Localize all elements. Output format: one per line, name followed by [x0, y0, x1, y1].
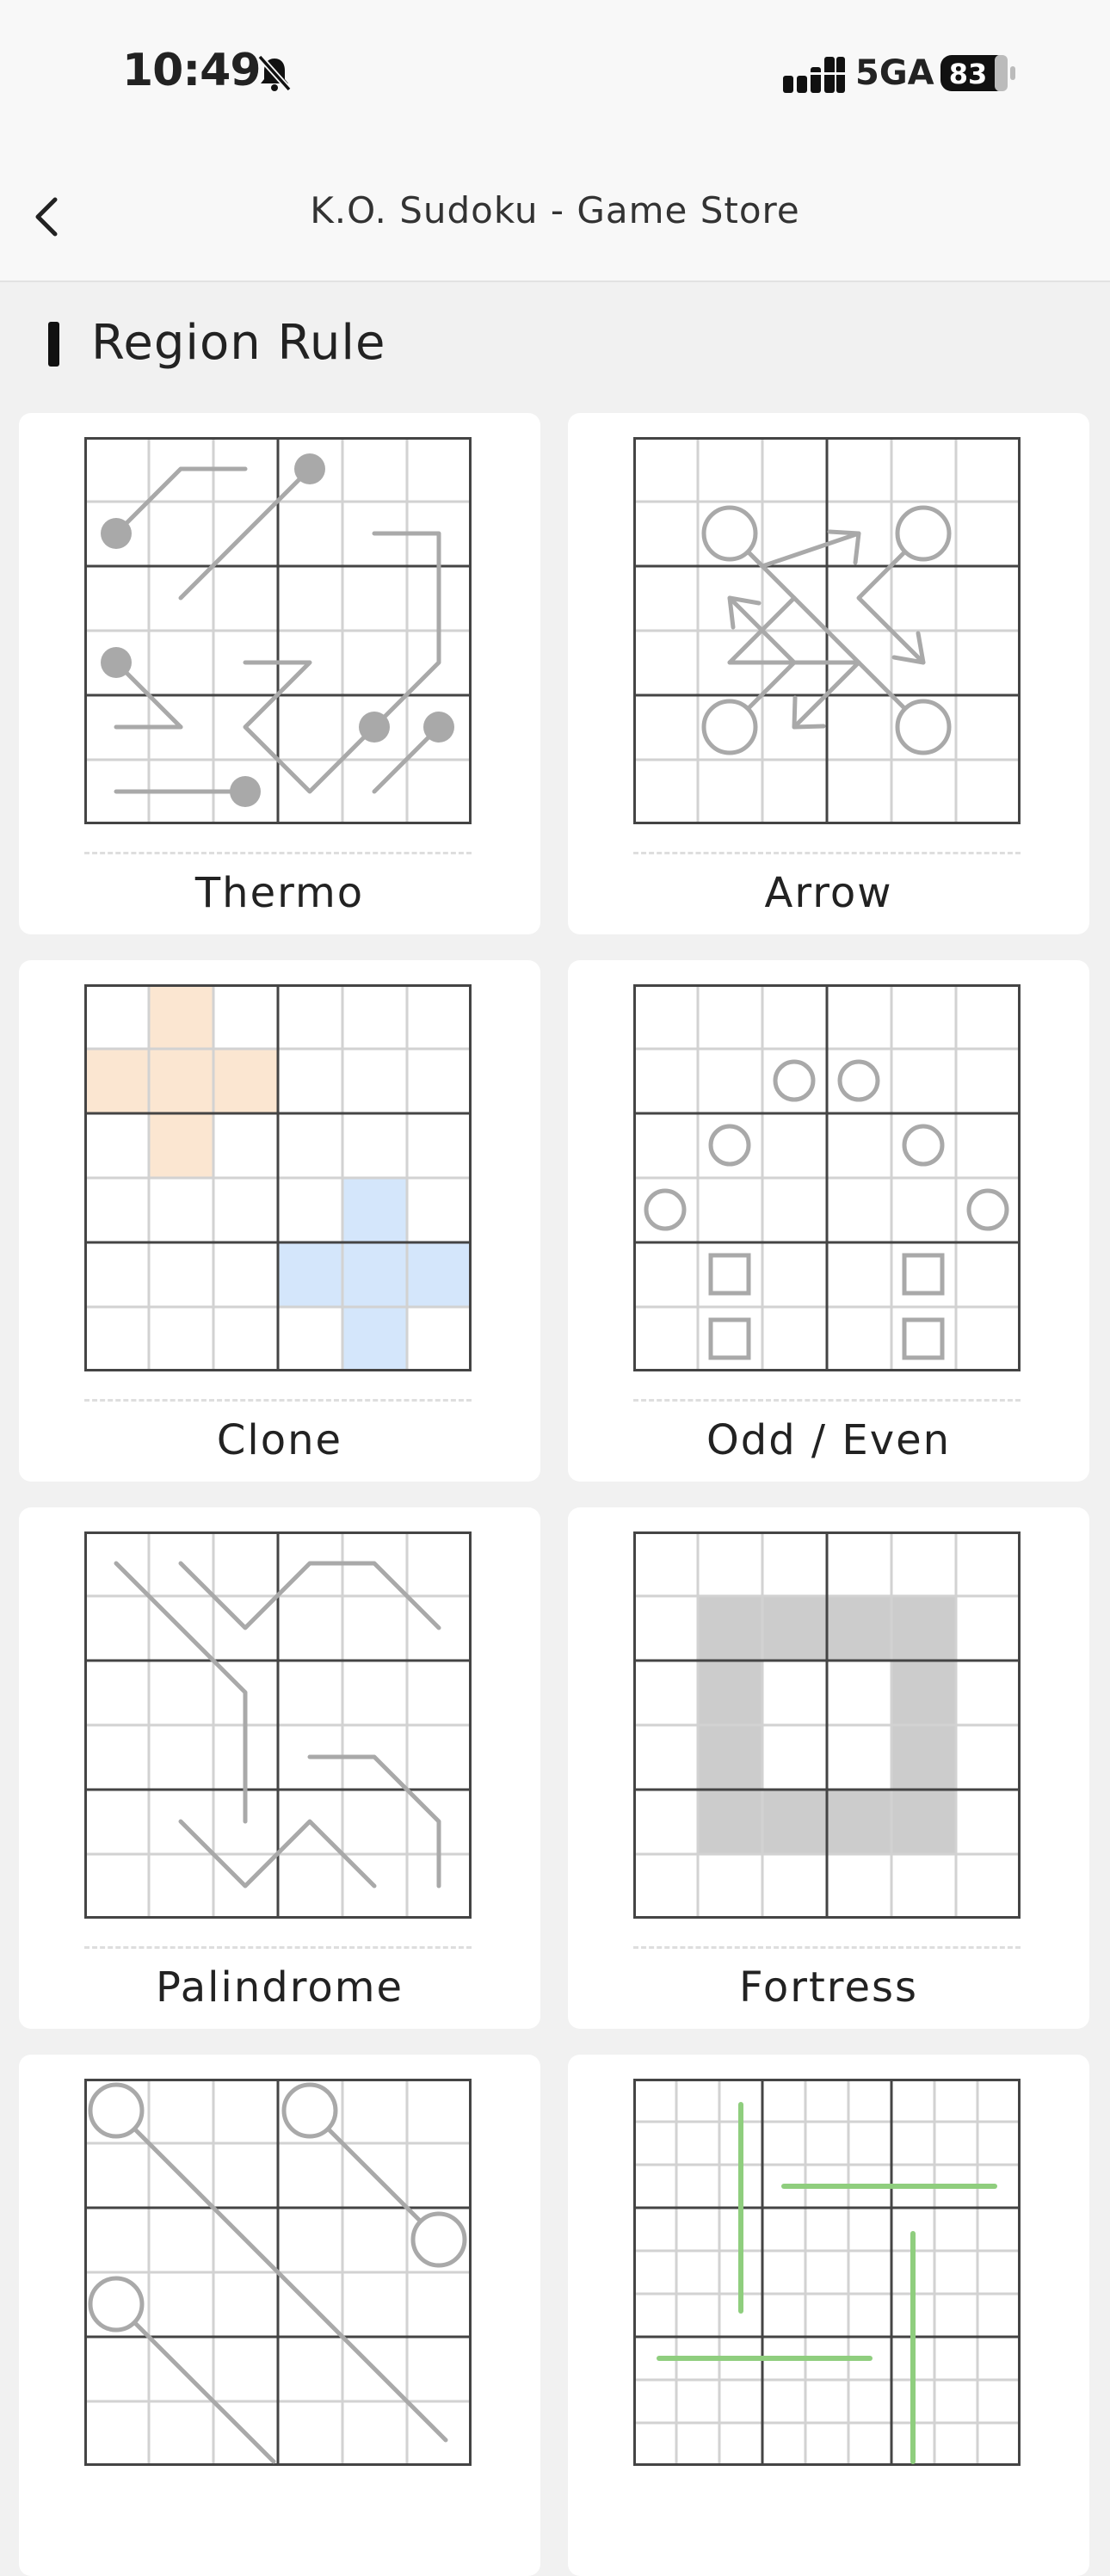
- rule-label: Arrow: [764, 869, 893, 917]
- battery-level: 83: [949, 58, 988, 90]
- fortress-board: [633, 1531, 1021, 1919]
- section-title: Region Rule: [91, 315, 386, 371]
- thermo-board: [84, 437, 472, 824]
- status-time: 10:49: [122, 45, 262, 96]
- rule-card-arrow[interactable]: Arrow: [568, 413, 1089, 934]
- arrow-board: [633, 437, 1021, 824]
- clone-board: [84, 984, 472, 1371]
- rule-label: Thermo: [194, 869, 365, 917]
- bell-muted-icon: [257, 54, 292, 92]
- palindrome-board: [84, 1531, 472, 1919]
- rule-card-fortress[interactable]: Fortress: [568, 1507, 1089, 2029]
- section-marker: [48, 322, 59, 367]
- rule-card-diagonal[interactable]: [19, 2055, 540, 2576]
- status-bar: 10:49 5GA 83: [0, 0, 1110, 138]
- rule-card-green-lines[interactable]: [568, 2055, 1089, 2576]
- rule-label: Fortress: [738, 1963, 919, 2012]
- page-title: K.O. Sudoku - Game Store: [310, 189, 800, 231]
- rule-card-odd-even[interactable]: Odd / Even: [568, 960, 1089, 1482]
- diagonal-board: [84, 2079, 472, 2466]
- rule-card-thermo[interactable]: Thermo: [19, 413, 540, 934]
- network-label: 5GA: [855, 53, 934, 93]
- rule-label: Odd / Even: [706, 1416, 952, 1464]
- rule-card-palindrome[interactable]: Palindrome: [19, 1507, 540, 2029]
- rule-label: Clone: [216, 1416, 343, 1464]
- rule-card-clone[interactable]: Clone: [19, 960, 540, 1482]
- battery-icon: 83: [940, 55, 1015, 91]
- green-lines-board: [633, 2079, 1021, 2466]
- rule-label: Palindrome: [155, 1963, 404, 2012]
- signal-icon: [783, 57, 845, 93]
- odd-even-board: [633, 984, 1021, 1371]
